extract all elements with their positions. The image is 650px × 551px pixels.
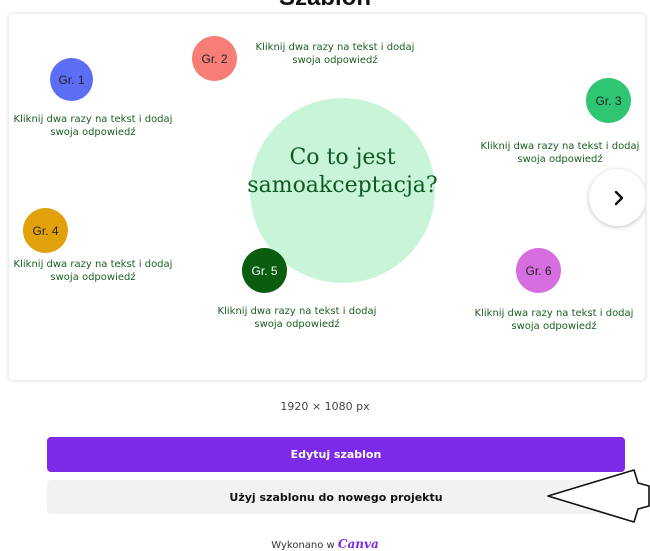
chevron-right-icon	[614, 190, 623, 205]
slide-question: Co to jest samoakceptacja?	[247, 145, 438, 198]
group-3-hint: Kliknij dwa razy na tekst i dodaj swoja …	[480, 141, 640, 165]
group-1-hint: Kliknij dwa razy na tekst i dodaj swoja …	[13, 114, 173, 138]
group-3-badge: Gr. 3	[586, 78, 631, 123]
template-dimensions: 1920 × 1080 px	[280, 400, 370, 413]
arrow-annotation-icon	[547, 469, 650, 523]
group-5-badge: Gr. 5	[242, 248, 287, 293]
next-slide-button[interactable]	[589, 169, 645, 226]
edit-template-button[interactable]: Edytuj szablon	[47, 437, 625, 472]
page-title: Szablon	[0, 0, 650, 12]
group-5-hint: Kliknij dwa razy na tekst i dodaj swoja …	[217, 306, 377, 330]
group-1-badge: Gr. 1	[50, 58, 93, 101]
group-2-hint: Kliknij dwa razy na tekst i dodaj swoja …	[255, 42, 415, 66]
footer: Wykonano w Canva	[0, 537, 650, 551]
group-4-hint: Kliknij dwa razy na tekst i dodaj swoja …	[13, 259, 173, 283]
canva-logo[interactable]: Canva	[338, 537, 379, 551]
template-preview: Co to jest samoakceptacja? Gr. 1 Kliknij…	[9, 14, 645, 380]
group-6-hint: Kliknij dwa razy na tekst i dodaj swoja …	[474, 308, 634, 332]
group-4-badge: Gr. 4	[23, 208, 68, 253]
use-template-button[interactable]: Użyj szablonu do nowego projektu	[47, 480, 625, 514]
footer-made-with: Wykonano w	[271, 540, 335, 551]
group-2-badge: Gr. 2	[192, 36, 237, 81]
group-6-badge: Gr. 6	[516, 248, 561, 293]
